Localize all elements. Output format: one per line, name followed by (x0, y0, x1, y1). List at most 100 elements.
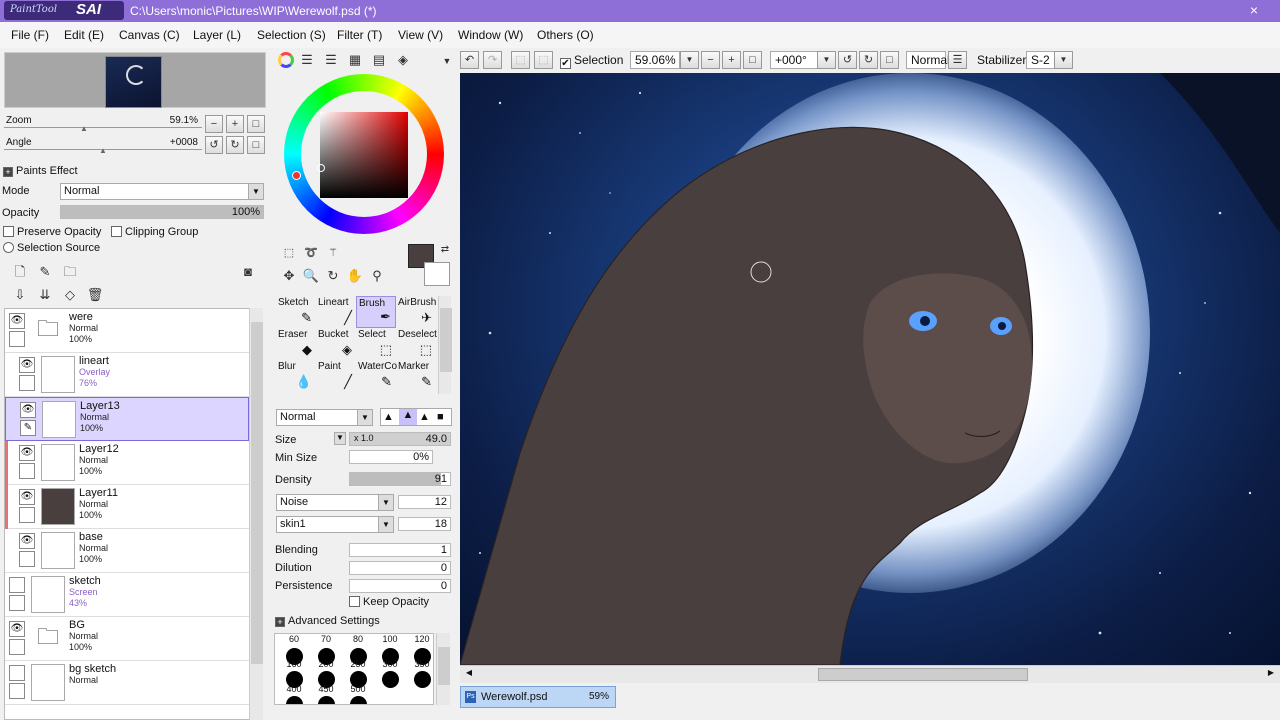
eye-icon[interactable]: 👁 (19, 533, 35, 549)
undo-button[interactable]: ↶ (460, 51, 479, 69)
menu-filter[interactable]: Filter (T) (337, 28, 382, 42)
scroll-left-icon[interactable]: ◀ (462, 668, 476, 681)
lock-box[interactable] (19, 507, 35, 523)
paints-effect-header[interactable]: + Paints Effect (3, 165, 78, 177)
drawing-canvas[interactable] (460, 73, 1280, 665)
palette-tab-icon[interactable]: ◈ (394, 51, 412, 69)
color-wheel-tab-icon[interactable] (278, 52, 294, 68)
layer-row[interactable]: 👁 lineart Overlay 76% (5, 353, 249, 397)
min-size-bar[interactable]: 0% (349, 450, 433, 464)
rotate-left-button[interactable]: ↺ (205, 136, 223, 154)
layer-row[interactable]: sketch Screen 43% (5, 573, 249, 617)
brush-size-preset[interactable]: 500 (343, 684, 373, 704)
scroll-thumb[interactable] (438, 647, 450, 685)
zoom-out-button[interactable]: − (205, 115, 223, 133)
angle-dropdown-button[interactable]: ▼ (817, 51, 836, 69)
scroll-right-icon[interactable]: ▶ (1264, 668, 1278, 681)
brush-size-preset[interactable]: 450 (311, 684, 341, 704)
size-bar[interactable]: x 1.0 49.0 (349, 432, 451, 446)
layer-row[interactable]: 👁 base Normal 100% (5, 529, 249, 573)
rotate-icon[interactable]: ↻ (324, 267, 342, 285)
magic-wand-icon[interactable]: ⚚ (324, 244, 342, 262)
brush-shape-flat-icon[interactable]: ■ (437, 411, 444, 423)
tool-marker[interactable]: Marker ✎ (396, 360, 436, 392)
tool-eraser[interactable]: Eraser ◆ (276, 328, 316, 360)
brush-size-preset[interactable]: 350 (407, 659, 433, 688)
texture-strength-bar[interactable]: 12 (398, 495, 451, 509)
eye-icon[interactable]: 👁 (19, 445, 35, 461)
brush-size-preset[interactable]: 200 (311, 659, 341, 688)
eye-icon[interactable]: 👁 (9, 313, 25, 329)
eye-icon[interactable]: 👁 (19, 357, 35, 373)
dilution-bar[interactable]: 0 (349, 561, 451, 575)
toolbar-zoom-in-button[interactable]: + (722, 51, 741, 69)
tool-deselect[interactable]: Deselect ⬚ (396, 328, 437, 360)
selection-checkbox[interactable]: ✔ Selection (560, 53, 623, 69)
toolbar-rotate-reset-button[interactable]: □ (880, 51, 899, 69)
tool-scrollbar[interactable] (438, 296, 452, 394)
tool-sketch[interactable]: Sketch ✎ (276, 296, 316, 328)
brush-size-preset[interactable]: 70 (311, 634, 341, 665)
eye-icon[interactable] (9, 665, 25, 681)
zoom-knob[interactable]: ▲ (80, 124, 88, 133)
angle-knob[interactable]: ▲ (99, 146, 107, 155)
lasso-icon[interactable]: ➰ (302, 244, 320, 262)
menu-edit[interactable]: Edit (E) (64, 28, 104, 42)
redo-button[interactable]: ↷ (483, 51, 502, 69)
brush-blend-dropdown[interactable]: Normal ▼ (276, 409, 373, 426)
texture2-dropdown[interactable]: skin1 ▼ (276, 516, 394, 533)
rotate-reset-button[interactable]: □ (247, 136, 265, 154)
tool-airbrush[interactable]: AirBrush ✈ (396, 296, 436, 328)
rect-select-icon[interactable]: ⬚ (280, 244, 298, 262)
navigator-preview[interactable] (4, 52, 266, 108)
eye-icon[interactable]: 👁 (20, 402, 36, 418)
lock-box[interactable] (9, 683, 25, 699)
lock-box[interactable] (19, 463, 35, 479)
tool-lineart[interactable]: Lineart ╱ (316, 296, 356, 328)
hsv-slider-tab-icon[interactable]: ☰ (322, 51, 340, 69)
selection-source-radio[interactable]: Selection Source (3, 242, 100, 254)
eye-icon[interactable]: 👁 (9, 621, 25, 637)
lock-box[interactable] (19, 375, 35, 391)
angle-slider[interactable]: Angle +0008 ▲ (4, 136, 202, 155)
tool-select[interactable]: Select ⬚ (356, 328, 396, 360)
brush-size-preset[interactable]: 250 (343, 659, 373, 688)
hue-marker[interactable] (292, 171, 301, 180)
brush-size-preset[interactable]: 160 (279, 659, 309, 688)
sv-marker[interactable] (317, 164, 325, 172)
tool-paint[interactable]: Paint ╱ (316, 360, 356, 392)
brush-shape-soft-icon[interactable]: ▲ (383, 411, 394, 423)
layer-row[interactable]: 👁 Layer12 Normal 100% (5, 441, 249, 485)
zoom-icon[interactable]: 🔍 (302, 267, 320, 285)
blending-bar[interactable]: 1 (349, 543, 451, 557)
menu-window[interactable]: Window (W) (458, 28, 523, 42)
layer-row[interactable]: 👁 ✎ Layer13 Normal 100% (5, 397, 249, 441)
zoom-slider[interactable]: Zoom 59.1% ▲ (4, 114, 202, 133)
scroll-thumb[interactable] (251, 322, 263, 664)
layer-row[interactable]: bg sketch Normal (5, 661, 249, 705)
brush-size-preset[interactable]: 120 (407, 634, 433, 665)
preserve-opacity-checkbox[interactable]: Preserve Opacity (3, 226, 101, 238)
brush-shape-medium-icon[interactable]: ▲ (399, 409, 417, 425)
brush-shape-selector[interactable]: ▲ ▲ ▲ ■ (380, 408, 452, 426)
zoom-reset-button[interactable]: □ (247, 115, 265, 133)
texture-dropdown[interactable]: Noise ▼ (276, 494, 394, 511)
zoom-in-button[interactable]: + (226, 115, 244, 133)
tool-blur[interactable]: Blur 💧 (276, 360, 316, 392)
eye-icon[interactable]: 👁 (19, 489, 35, 505)
brush-size-preset[interactable]: 100 (375, 634, 405, 665)
pen-icon[interactable]: ✎ (20, 420, 36, 436)
brush-size-preset[interactable]: 60 (279, 634, 309, 665)
menu-file[interactable]: File (F) (11, 28, 49, 42)
persistence-bar[interactable]: 0 (349, 579, 451, 593)
texture2-strength-bar[interactable]: 18 (398, 517, 451, 531)
scratchpad-tab-icon[interactable]: ▤ (370, 51, 388, 69)
opacity-bar[interactable]: 100% (60, 205, 264, 219)
advanced-settings-header[interactable]: + Advanced Settings (275, 615, 380, 627)
mask-icon[interactable]: ◙ (239, 263, 257, 281)
lock-box[interactable] (9, 331, 25, 347)
lock-box[interactable] (9, 639, 25, 655)
layer-row[interactable]: 👁 Layer11 Normal 100% (5, 485, 249, 529)
menu-view[interactable]: View (V) (398, 28, 443, 42)
menu-selection[interactable]: Selection (S) (257, 28, 326, 42)
